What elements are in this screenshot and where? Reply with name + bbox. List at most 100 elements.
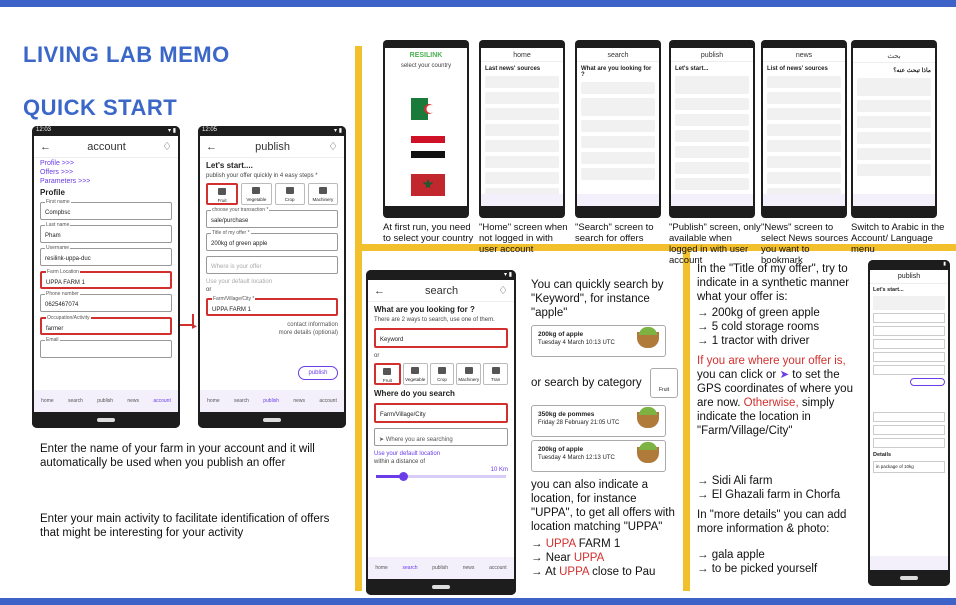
search-phone: ▾ ▮ ← search ♢ What are you looking for ? … [366,270,516,595]
offer-title-field[interactable]: Title of my offer * 200kg of green apple [206,230,338,251]
cat-vegetable[interactable]: Vegetable [402,363,428,385]
cat-fruit[interactable]: Fruit [374,363,401,385]
farm-example-2: → El Ghazali farm in Chorfa [697,489,841,501]
cat-transport[interactable]: Tran [483,363,508,385]
nav-home[interactable]: home [41,398,54,404]
nav-search[interactable]: search [403,565,418,571]
cat-vegetable[interactable]: Vegetable [241,183,272,205]
thumb-country: RESILINK select your country [383,40,469,218]
offers-link[interactable]: Offers >>> [40,169,172,176]
nav-account[interactable]: account [153,398,171,404]
offer-card-1[interactable]: 200kg of apple Tuesday 4 March 10:13 UTC [531,325,666,357]
lets-start: Let's start.... [206,161,253,170]
cat-machinery[interactable]: Machinery [307,183,338,205]
right-publish-title: publish [870,270,948,284]
category-row: Fruit Vegetable Crop Machinery [206,183,338,205]
caption-arabic: Switch to Arabic in the Account/ Languag… [851,222,945,255]
thumb-arabic: بحث ماذا تبحث عنه؟ [851,40,937,218]
fruit-category-chip[interactable]: Fruit [650,368,678,398]
category-tip: or search by category [531,377,642,389]
last-name-field[interactable]: Last name Pham [40,222,172,243]
cat-crop[interactable]: Crop [429,363,455,385]
package-field[interactable]: in package of 10kg [873,461,945,473]
farm-village-field[interactable]: Farm/Village/City * UPPA FARM 1 [206,296,338,316]
publish-subtitle: publish your offer quickly in 4 easy ste… [206,173,318,179]
thumb-search: search What are you looking for ? [575,40,661,218]
right-lets-start: Let's start... [873,287,904,293]
nav-news[interactable]: news [127,398,139,404]
search-title: search [425,284,459,297]
username-field[interactable]: Username resilink-uppa-duc [40,245,172,266]
nav-publish[interactable]: publish [97,398,113,404]
quick-start-title: QUICK START [23,95,178,120]
first-name-field[interactable]: First name Compbsc [40,199,172,220]
farm-location-field[interactable]: Farm Location UPPA FARM 1 [40,269,172,289]
profile-link[interactable]: Profile >>> [40,160,172,167]
nav-account[interactable]: account [489,565,507,571]
morocco-flag[interactable] [411,174,445,196]
where-offer-field[interactable]: Where is your offer [206,256,338,274]
contact-info-link[interactable]: contact information [206,322,338,328]
algeria-flag[interactable] [411,98,445,120]
default-location-link[interactable]: Use your default location [206,279,338,285]
egypt-flag[interactable] [411,136,445,158]
email-field[interactable]: Email [40,337,172,358]
bell-icon[interactable]: ♢ [162,140,172,153]
farm-village-input[interactable]: Farm/Village/City [374,403,508,423]
back-arrow-icon[interactable]: ← [206,141,217,153]
transaction-select[interactable]: choose your transaction * sale/purchase [206,207,338,228]
offer-card-2[interactable]: 350kg de pommes Friday 28 February 21:05 … [531,405,666,437]
where-search-label: Where do you search [374,389,455,398]
nav-search[interactable]: search [68,398,83,404]
back-arrow-icon[interactable]: ← [374,285,385,297]
caption-publish: "Publish" screen, only available when lo… [669,222,761,266]
back-arrow-icon[interactable]: ← [40,141,51,153]
occupation-field[interactable]: Occupation/Activity farmer [40,315,172,335]
phone-number-field[interactable]: Phone number 0625467074 [40,291,172,312]
publish-phone: 12:05 ▾ ▮ ← publish ♢ Let's start.... publi… [198,126,346,428]
nav-home[interactable]: home [207,398,220,404]
nav-account[interactable]: account [319,398,337,404]
nav-search[interactable]: search [234,398,249,404]
gps-tip: If you are where your offer is, you can … [697,355,853,437]
profile-section-label: Profile [40,188,65,197]
bell-icon[interactable]: ♢ [498,284,508,297]
thumb-news: news List of news' sources [761,40,847,218]
cat-fruit[interactable]: Fruit [206,183,239,205]
distance-value: 10 Km [490,467,508,473]
nav-news[interactable]: news [293,398,305,404]
cat-machinery[interactable]: Machinery [456,363,482,385]
distance-label: within a distance of [374,459,426,465]
publish-title: publish [255,140,290,153]
top-accent-bar [0,0,956,7]
cat-crop[interactable]: Crop [274,183,305,205]
nav-home[interactable]: home [375,565,388,571]
location-example-3: → At UPPA close to Pau [531,566,656,578]
basket-icon [637,442,659,463]
location-example-2: → Near UPPA [531,552,605,564]
farm-example-1: → Sidi Ali farm [697,475,773,487]
more-details-tip: In "more details" you can add more infor… [697,509,847,535]
divider-vertical-right [683,251,690,591]
publish-button[interactable]: publish [298,366,338,380]
distance-slider[interactable] [376,472,506,481]
basket-icon [637,407,659,428]
divider-vertical-left [355,46,362,591]
keyword-input[interactable]: Keyword [374,328,508,348]
offer-card-3[interactable]: 200kg of apple Tuesday 4 March 12:13 UTC [531,440,666,472]
search-hint: There are 2 ways to search, use one of t… [374,317,495,323]
parameters-link[interactable]: Parameters >>> [40,178,172,185]
thumb-home: home Last news' sources [479,40,565,218]
where-searching-field[interactable]: ➤ Where you are searching [374,428,508,446]
nav-news[interactable]: news [463,565,475,571]
default-location-link[interactable]: Use your default location [374,451,508,457]
nav-publish[interactable]: publish [432,565,448,571]
basket-icon [637,327,659,348]
memo-title: LIVING LAB MEMO [23,42,230,67]
location-arrow-icon[interactable]: ➤ [379,437,386,443]
location-tip: you can also indicate a location, for in… [531,479,675,533]
details-label: Details [873,452,892,458]
bell-icon[interactable]: ♢ [328,140,338,153]
nav-publish[interactable]: publish [263,398,279,404]
more-details-link[interactable]: more details (optional) [206,330,338,336]
